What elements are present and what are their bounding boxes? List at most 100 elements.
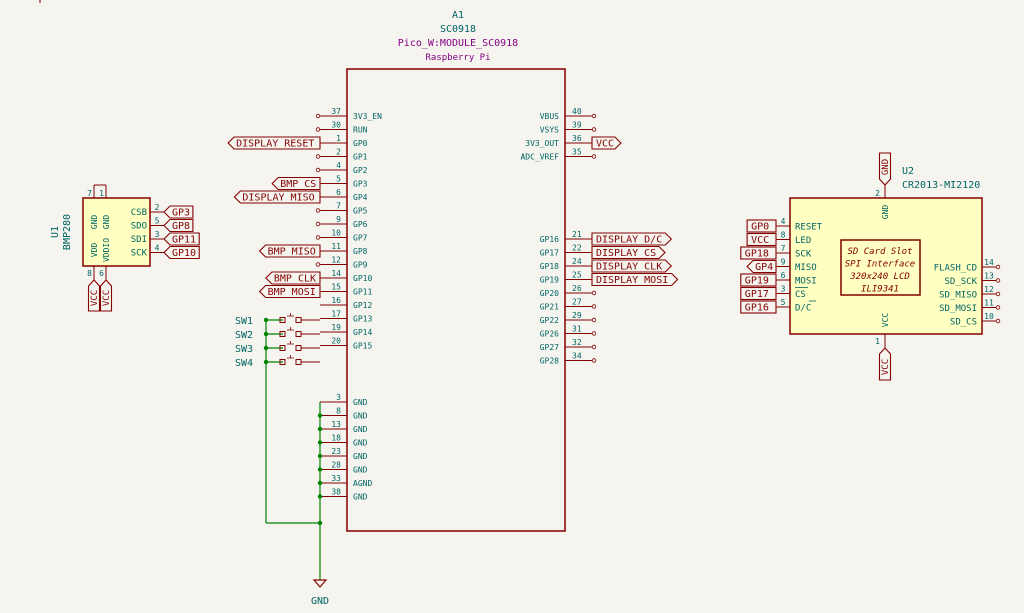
u2-net-label-text: GP19 [745, 276, 769, 287]
net-label-display-miso-text: DISPLAY_MISO [242, 193, 314, 204]
a1-description: Raspberry Pi [425, 53, 490, 63]
a1-pin-name: GP16 [540, 235, 559, 244]
no-connect-marker [591, 154, 597, 159]
a1-pin-number: 5 [336, 175, 341, 184]
net-label-bmp-clk-text: BMP_CLK [274, 274, 316, 285]
a1-pin-number: 17 [331, 310, 341, 319]
a1-pin-name: GP12 [353, 301, 372, 310]
u2-inner-text: ILI9341 [861, 285, 899, 295]
u2-pin-number: 11 [984, 299, 994, 308]
a1-pin-name: GND [353, 412, 368, 421]
a1-pin-name: RUN [353, 126, 368, 135]
a1-pin-name: GP27 [540, 343, 559, 352]
u2-net-label-text: VCC [751, 235, 769, 246]
u2-pin-name: SD_MOSI [939, 304, 977, 314]
no-connect-marker [315, 167, 321, 173]
a1-value: SC0918 [440, 24, 476, 35]
no-connect-marker [315, 262, 321, 267]
a1-pin-name: VBUS [540, 112, 559, 121]
no-connect-marker [995, 278, 1001, 283]
switch-ref: SW1 [235, 316, 253, 327]
a1-pin-number: 31 [572, 325, 582, 334]
u2-ref: U2 [902, 166, 914, 177]
a1-pin-number: 11 [331, 242, 341, 251]
wire-junction [317, 426, 323, 432]
a1-pin-name: GP5 [353, 207, 368, 216]
a1-pin-name: GP14 [353, 328, 372, 337]
a1-pin-number: 19 [331, 323, 341, 332]
no-connect-marker [315, 127, 321, 132]
no-connect-marker [591, 113, 597, 119]
a1-pin-number: 3 [336, 393, 341, 402]
u1-pin-number: 7 [87, 189, 92, 198]
a1-pin-number: 1 [336, 134, 341, 143]
wire-junction [317, 480, 323, 486]
a1-pin-number: 37 [331, 107, 341, 116]
u1-net-label-gp11-text: GP11 [172, 235, 196, 246]
a1-pin-name: GP8 [353, 247, 368, 256]
u2-value: CR2013-MI2120 [902, 180, 980, 191]
u2-pin-name: MISO [795, 263, 817, 273]
a1-pin-number: 21 [572, 230, 582, 239]
u1-pin-name: CSB [131, 208, 147, 218]
wire-junction [317, 520, 323, 526]
no-connect-marker [315, 154, 321, 159]
u1-pin-number: 1 [99, 189, 104, 198]
net-label-display-mosi-text: DISPLAY_MOSI [596, 275, 668, 286]
switch-sw4[interactable]: SW4 [235, 355, 320, 369]
no-connect-marker [591, 317, 597, 323]
u1-pin-number: 5 [155, 217, 160, 226]
wire-junction [317, 494, 323, 499]
u2-pin-number: 12 [984, 285, 994, 294]
a1-pin-number: 29 [572, 311, 582, 320]
a1-pin-name: GP1 [353, 153, 368, 162]
u2-inner-text: 320x240 LCD [849, 272, 910, 282]
net-label-display-reset-text: DISPLAY_RESET [236, 139, 314, 150]
u1-net-label-gp8-text: GP8 [172, 221, 190, 232]
a1-pin-number: 20 [331, 337, 341, 346]
switch-ref: SW3 [235, 344, 253, 355]
u2-vcc-label-text: VCC [881, 359, 891, 375]
gnd-wiring[interactable] [265, 320, 321, 580]
u1-ref: U1 [50, 226, 61, 238]
wire-junction [263, 359, 269, 365]
u2-inner-text: SD Card Slot [847, 247, 912, 257]
schematic-canvas[interactable]: A1 SC0918 Pico_W:MODULE_SC0918 Raspberry… [0, 0, 1024, 613]
u2-pin-number: 2 [875, 189, 880, 198]
u1-pin-number: 4 [155, 244, 160, 253]
a1-pin-number: 34 [572, 352, 582, 361]
u2-pin-name: RESET [795, 223, 823, 233]
no-connect-marker [591, 304, 597, 309]
switch-sw2[interactable]: SW2 [235, 327, 320, 341]
u2-pin-number: 3 [781, 285, 786, 294]
no-connect-marker [315, 235, 321, 240]
net-label-display-d-c-text: DISPLAY_D/C [596, 235, 662, 246]
a1-left-net-labels: DISPLAY_RESET BMP_CS DISPLAY_MISO BMP_MISO B… [227, 136, 321, 299]
a1-pin-number: 36 [572, 134, 582, 143]
gnd-power-symbol[interactable]: GND [311, 579, 329, 607]
u2-pin-number: 6 [781, 271, 786, 280]
no-connect-marker [995, 305, 1001, 310]
u2-pin-name: MOSI [795, 277, 817, 287]
a1-pin-name: GP26 [540, 330, 559, 339]
a1-pin-number: 25 [572, 271, 582, 280]
switch-group[interactable]: SW1 SW2 SW3 SW4 [235, 313, 320, 369]
u1-pin-number: 6 [99, 269, 104, 278]
u1-pin-name: SDO [131, 222, 147, 232]
u1-pin-number: 2 [155, 203, 160, 212]
a1-pin-name: GND [353, 439, 368, 448]
no-connect-marker [995, 318, 1001, 324]
net-label-bmp-cs-text: BMP_CS [280, 179, 316, 190]
net-label-bmp-mosi-text: BMP_MOSI [268, 287, 316, 298]
a1-pin-name: GP7 [353, 234, 368, 243]
no-connect-marker [591, 127, 597, 132]
no-connect-marker [315, 113, 321, 119]
a1-pin-number: 14 [331, 269, 341, 278]
a1-pin-number: 7 [336, 202, 341, 211]
wire-junction [263, 317, 269, 323]
no-connect-marker [591, 290, 597, 296]
u2-pin-number: 13 [984, 272, 994, 281]
switch-sw3[interactable]: SW3 [235, 341, 320, 355]
a1-pin-name: AGND [353, 479, 372, 488]
switch-sw1[interactable]: SW1 [235, 313, 320, 327]
